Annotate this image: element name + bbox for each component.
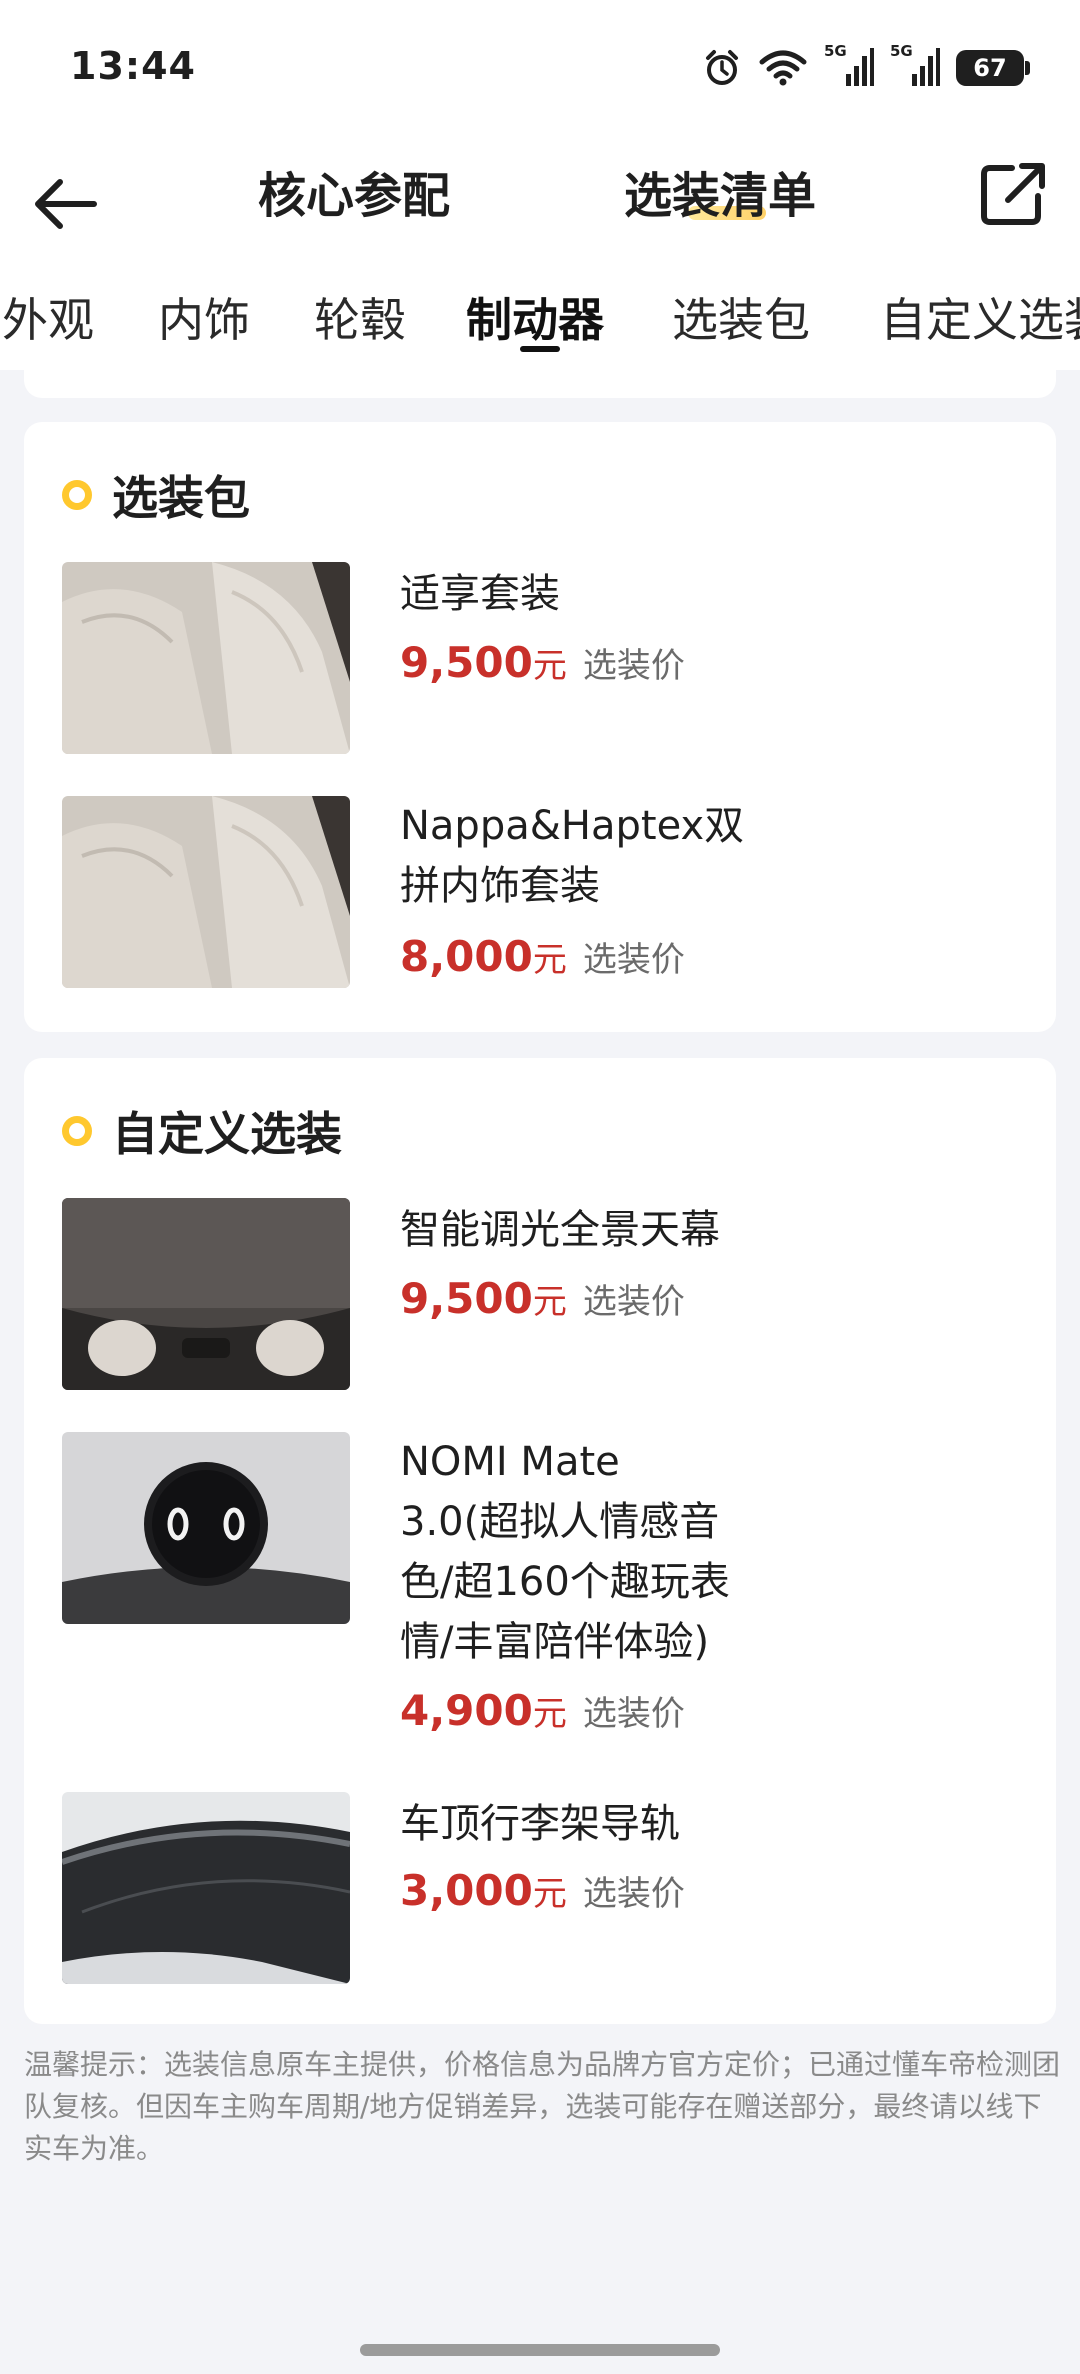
section-title-text: 选装包	[112, 471, 250, 525]
price-value: 4,900	[400, 1686, 533, 1735]
item-price: 9,500 元 选装价	[400, 1274, 685, 1323]
signal-icon: 5G	[824, 42, 874, 90]
section-title: 选装包	[62, 462, 250, 528]
section-dot-icon	[62, 1116, 92, 1146]
item-name[interactable]: Nappa&Haptex双拼内饰套装	[400, 796, 760, 916]
item-name[interactable]: 适享套装	[400, 564, 800, 624]
item-name[interactable]: 智能调光全景天幕	[400, 1200, 800, 1260]
section-title: 自定义选装	[62, 1098, 342, 1164]
price-tag: 选装价	[582, 1874, 685, 1914]
signal-icon: 5G	[890, 42, 940, 90]
price-unit: 元	[532, 646, 567, 686]
battery-icon: 67	[956, 50, 1030, 86]
category-tabs: 外观 内饰 轮毂 制动器 选装包 自定义选装	[0, 272, 1080, 370]
signal-label: 5G	[890, 42, 913, 60]
custom-option-card: 自定义选装 智能调光全景天幕 9,500 元 选装价 NOMI Mate 3.0…	[24, 1058, 1056, 2024]
option-pack-card: 选装包 适享套装 9,500 元 选装价 Nappa&Haptex双拼内饰套装 …	[24, 422, 1056, 1032]
category-tab-active[interactable]: 制动器	[466, 284, 604, 350]
status-bar: 13:44 5G 5G 67	[0, 0, 1080, 140]
price-value: 8,000	[400, 932, 533, 981]
back-arrow-icon[interactable]	[28, 164, 108, 244]
price-tag: 选装价	[582, 646, 685, 686]
section-title-text: 自定义选装	[112, 1107, 342, 1161]
category-tab[interactable]: 自定义选装	[880, 284, 1080, 350]
wifi-icon	[759, 50, 807, 86]
price-unit: 元	[532, 1874, 567, 1914]
nomi-image[interactable]	[62, 1432, 350, 1624]
category-tab[interactable]: 选装包	[672, 284, 810, 350]
seat-image[interactable]	[62, 562, 350, 754]
seat-image[interactable]	[62, 796, 350, 988]
status-time: 13:44	[70, 44, 196, 88]
tab-option-list[interactable]: 选装清单	[624, 156, 816, 226]
price-value: 9,500	[400, 1274, 533, 1323]
price-tag: 选装价	[582, 1282, 685, 1322]
roof-rail-image[interactable]	[62, 1792, 350, 1984]
header: 核心参配 选装清单	[0, 140, 1080, 272]
price-unit: 元	[532, 1694, 567, 1734]
price-unit: 元	[532, 1282, 567, 1322]
notice-text: 温馨提示：选装信息原车主提供，价格信息为品牌方官方定价；已通过懂车帝检测团队复核…	[24, 2048, 1061, 2165]
alarm-icon	[706, 50, 738, 85]
category-tab[interactable]: 内饰	[158, 284, 250, 350]
price-value: 9,500	[400, 638, 533, 687]
price-unit: 元	[532, 940, 567, 980]
home-indicator[interactable]	[360, 2344, 720, 2356]
section-dot-icon	[62, 480, 92, 510]
tab-option-label: 选装清单	[624, 168, 817, 224]
category-active-indicator	[520, 346, 560, 352]
price-tag: 选装价	[582, 940, 685, 980]
sunroof-image[interactable]	[62, 1198, 350, 1390]
item-price: 3,000 元 选装价	[400, 1866, 685, 1915]
item-name[interactable]: NOMI Mate 3.0(超拟人情感音色/超160个趣玩表情/丰富陪伴体验)	[400, 1432, 750, 1672]
status-icons: 5G 5G 67	[702, 42, 1030, 90]
item-price: 4,900 元 选装价	[400, 1686, 685, 1735]
share-edit-icon[interactable]	[972, 154, 1052, 234]
price-value: 3,000	[400, 1866, 533, 1915]
price-tag: 选装价	[582, 1694, 685, 1734]
tab-core-params[interactable]: 核心参配	[258, 156, 450, 226]
category-tab[interactable]: 外观	[2, 284, 94, 350]
item-price: 9,500 元 选装价	[400, 638, 685, 687]
item-name[interactable]: 车顶行李架导轨	[400, 1794, 800, 1854]
item-price: 8,000 元 选装价	[400, 932, 685, 981]
category-tab[interactable]: 轮毂	[314, 284, 406, 350]
signal-label: 5G	[824, 42, 847, 60]
previous-card-edge	[24, 370, 1056, 398]
